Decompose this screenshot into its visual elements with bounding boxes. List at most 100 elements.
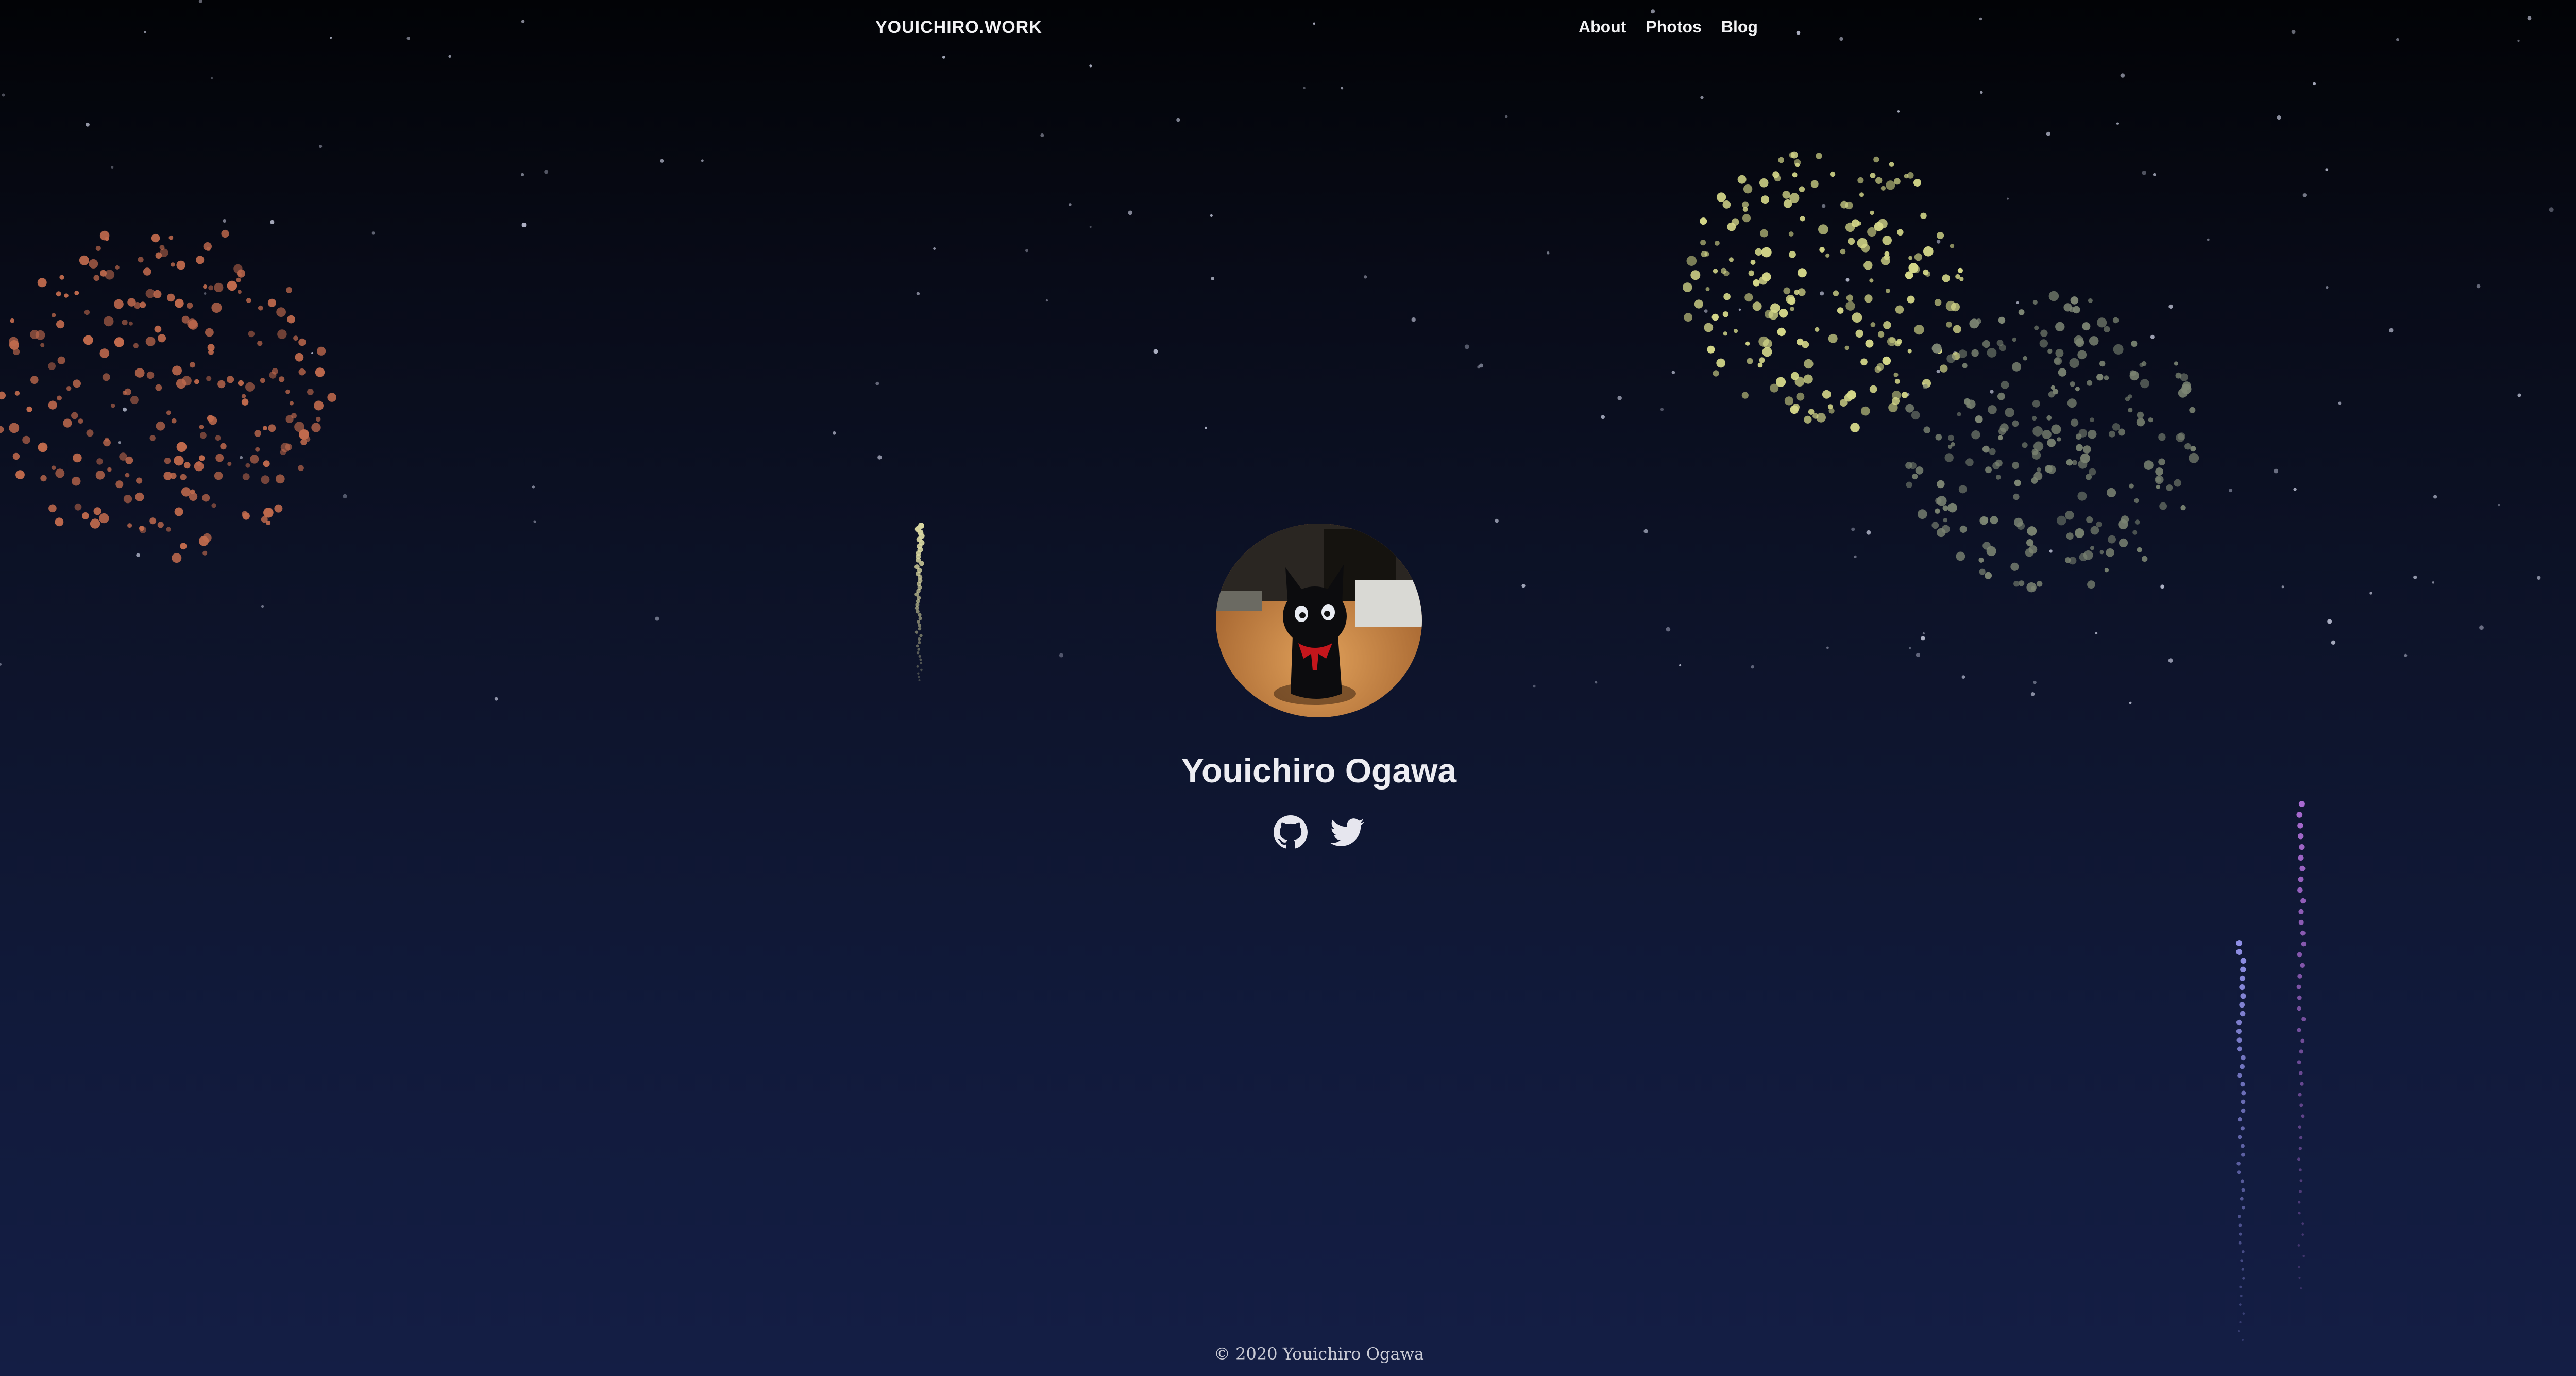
firework-particle — [1794, 159, 1801, 166]
firework-particle — [2096, 374, 2104, 381]
firework-particle — [1998, 427, 2006, 435]
firework-particle — [1937, 232, 1944, 239]
firework-particle — [2190, 446, 2196, 452]
firework-particle — [202, 494, 210, 502]
firework-particle — [1788, 231, 1794, 237]
firework-particle — [285, 415, 294, 423]
firework-particle — [2067, 398, 2077, 408]
firework-particle — [1701, 250, 1707, 258]
avatar — [1216, 524, 1422, 717]
firework-particle — [1825, 253, 1830, 258]
rocket-trail — [2239, 984, 2245, 991]
firework-particle — [2069, 307, 2075, 313]
firework-particle — [154, 325, 162, 333]
firework-particle — [2046, 415, 2052, 421]
rocket-trail — [2298, 1125, 2302, 1129]
firework-particle — [2042, 430, 2052, 439]
firework-particle — [1897, 229, 1904, 236]
nav-link-photos[interactable]: Photos — [1646, 18, 1701, 37]
star — [1303, 87, 1306, 89]
firework-particle — [2077, 491, 2087, 501]
firework-particle — [0, 426, 4, 433]
rocket-trail — [2236, 1037, 2242, 1043]
firework-particle — [83, 335, 93, 345]
star — [1089, 226, 1092, 228]
star — [521, 173, 524, 176]
twitter-link[interactable] — [1330, 815, 1364, 849]
firework-particle — [314, 400, 324, 411]
firework-particle — [1914, 253, 1923, 261]
firework-particle — [1901, 392, 1908, 398]
social-links — [1274, 815, 1364, 849]
star — [1897, 110, 1900, 113]
firework-particle — [1819, 247, 1825, 253]
firework-particle — [305, 437, 311, 442]
star — [210, 77, 213, 79]
firework-particle — [84, 309, 90, 315]
firework-particle — [1877, 331, 1885, 338]
firework-particle — [2184, 443, 2191, 450]
firework-particle — [1971, 430, 1980, 440]
star — [1411, 317, 1416, 322]
firework-particle — [1775, 377, 1786, 387]
rocket-trail — [2242, 1312, 2245, 1315]
firework-particle — [2104, 375, 2109, 381]
firework-particle — [1908, 256, 1913, 260]
star — [2549, 207, 2554, 212]
firework-particle — [114, 337, 124, 347]
firework-particle — [285, 389, 290, 394]
firework-particle — [1860, 358, 1868, 366]
firework-particle — [1742, 207, 1748, 212]
rocket-trail — [2240, 1179, 2244, 1183]
star — [2116, 122, 2119, 125]
github-link[interactable] — [1274, 815, 1308, 849]
rocket-trail — [2241, 1152, 2245, 1157]
firework-particle — [217, 380, 226, 389]
firework-particle — [86, 429, 94, 437]
firework-particle — [1757, 362, 1763, 368]
firework-particle — [1761, 195, 1770, 204]
firework-particle — [1957, 412, 1961, 416]
firework-particle — [1920, 212, 1927, 219]
firework-particle — [1913, 179, 1921, 187]
firework-particle — [171, 262, 175, 267]
nav-link-blog[interactable]: Blog — [1721, 18, 1758, 37]
firework-particle — [71, 476, 81, 486]
firework-particle — [73, 379, 81, 388]
site-brand-link[interactable]: YOUICHIRO.WORK — [875, 18, 1042, 38]
firework-particle — [171, 418, 177, 424]
rocket-trail — [2241, 1055, 2246, 1061]
profile-name: Youichiro Ogawa — [1181, 751, 1457, 790]
firework-particle — [1783, 287, 1791, 295]
firework-particle — [2051, 424, 2061, 434]
firework-particle — [1988, 405, 1997, 414]
star — [2338, 401, 2342, 405]
firework-particle — [82, 512, 89, 519]
star — [2007, 197, 2009, 200]
firework-particle — [227, 462, 232, 466]
firework-particle — [166, 410, 171, 415]
rocket-trail — [2298, 1212, 2301, 1215]
firework-particle — [1958, 349, 1967, 358]
star — [2476, 284, 2481, 289]
firework-particle — [1946, 321, 1952, 328]
firework-particle — [1905, 404, 1914, 413]
rocket-trail — [2236, 1029, 2242, 1034]
firework-particle — [1907, 295, 1915, 304]
nav-links: About Photos Blog — [1579, 18, 1758, 37]
rocket-trail — [2298, 919, 2304, 925]
star — [2277, 115, 2281, 120]
firework-particle — [1797, 268, 1807, 278]
star — [1089, 64, 1092, 68]
nav-link-about[interactable]: About — [1579, 18, 1626, 37]
firework-particle — [1777, 327, 1786, 337]
firework-particle — [2155, 467, 2163, 476]
firework-particle — [1895, 305, 1904, 314]
firework-particle — [1790, 307, 1794, 311]
firework-particle — [15, 470, 25, 479]
firework-particle — [145, 337, 156, 346]
star — [2153, 173, 2156, 176]
firework-particle — [1743, 184, 1753, 194]
firework-particle — [26, 406, 32, 412]
firework-particle — [214, 471, 223, 480]
